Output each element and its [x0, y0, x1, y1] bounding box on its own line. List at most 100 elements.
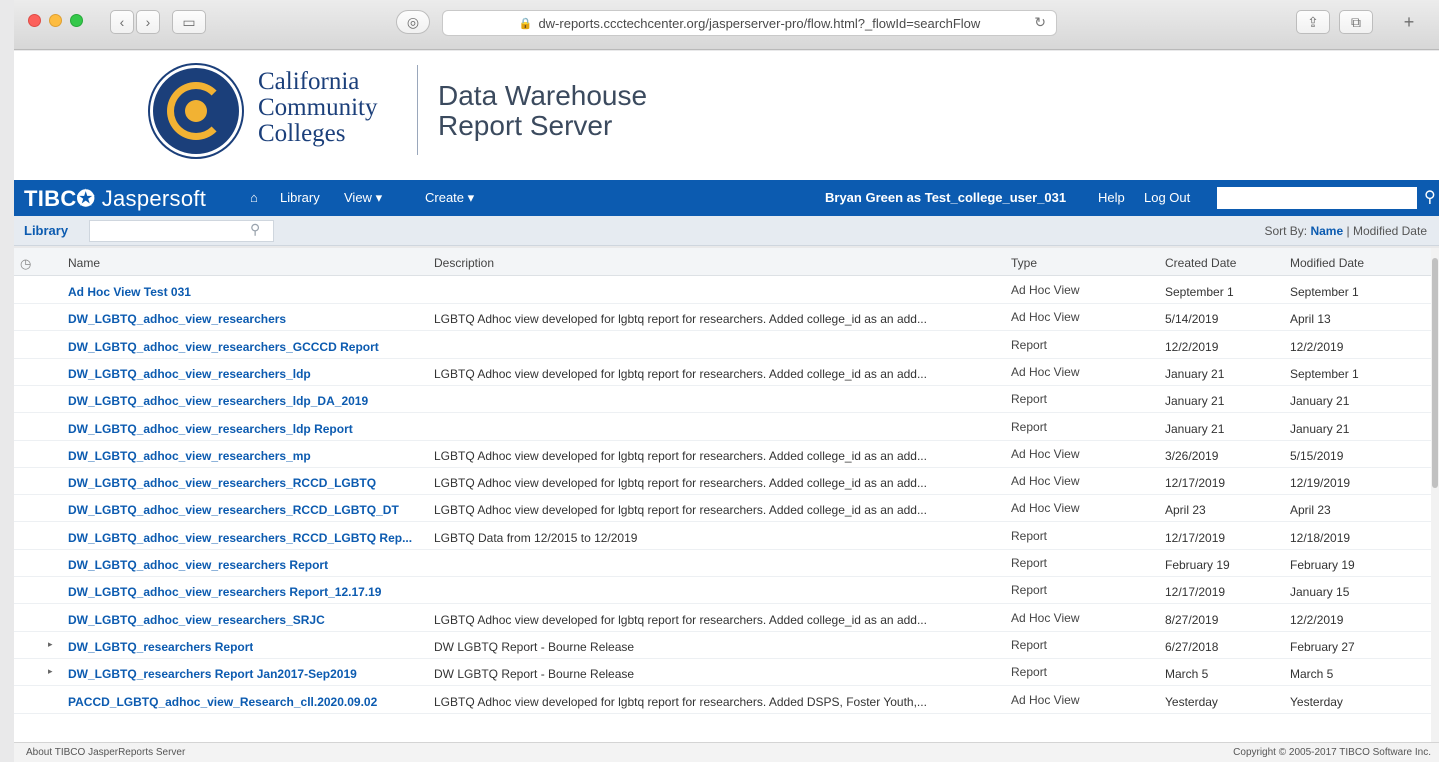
privacy-button[interactable]: ◎	[396, 10, 430, 34]
reload-icon[interactable]: ↻	[1034, 14, 1046, 31]
table-row[interactable]: DW_LGBTQ_adhoc_view_researchers LGBTQ Adh…	[14, 304, 1439, 332]
zoom-window-button[interactable]	[70, 14, 83, 27]
table-row[interactable]: DW_LGBTQ_adhoc_view_researchers_RCCD_LGB…	[14, 523, 1439, 550]
row-name-link[interactable]: DW_LGBTQ_adhoc_view_researchers_RCCD_LGB…	[68, 531, 412, 545]
row-name-link[interactable]: DW_LGBTQ_adhoc_view_researchers_RCCD_LGB…	[68, 476, 376, 490]
table-row[interactable]: ▸ DW_LGBTQ_researchers Report Jan2017-Sep…	[14, 659, 1439, 687]
lock-icon: 🔒	[518, 17, 533, 30]
table-row[interactable]: DW_LGBTQ_adhoc_view_researchers Report Re…	[14, 550, 1439, 577]
row-modified-date: March 5	[1290, 667, 1334, 682]
sort-by-modified-link[interactable]: Modified Date	[1353, 224, 1427, 238]
close-window-button[interactable]	[28, 14, 41, 27]
row-created-date: January 21	[1165, 421, 1225, 436]
college-seal-logo	[150, 65, 242, 157]
table-row[interactable]: DW_LGBTQ_adhoc_view_researchers_ldp LGBTQ…	[14, 359, 1439, 386]
row-type: Report	[1011, 665, 1048, 680]
main-nav: TIBC✪ Jaspersoft ⌂ Library View ▾ Create…	[14, 180, 1439, 216]
row-name-link[interactable]: Ad Hoc View Test 031	[68, 285, 191, 299]
column-modified-date[interactable]: Modified Date	[1290, 256, 1364, 270]
sidebar-toggle-button[interactable]: ▭	[172, 10, 206, 34]
table-row[interactable]: DW_LGBTQ_adhoc_view_researchers_ldp Repo…	[14, 414, 1439, 441]
back-button[interactable]: ‹	[110, 10, 134, 34]
table-row[interactable]: DW_LGBTQ_adhoc_view_researchers_RCCD_LGB…	[14, 495, 1439, 523]
jaspersoft-logo[interactable]: TIBC✪ Jaspersoft	[24, 186, 206, 212]
row-type: Ad Hoc View	[1011, 692, 1080, 707]
table-row[interactable]: PACCD_LGBTQ_adhoc_view_Research_cll.2020…	[14, 687, 1439, 714]
row-name-link[interactable]: DW_LGBTQ_adhoc_view_researchers Report_1…	[68, 585, 381, 599]
row-name-link[interactable]: DW_LGBTQ_adhoc_view_researchers	[68, 312, 286, 326]
column-description[interactable]: Description	[434, 256, 494, 270]
row-modified-date: 12/2/2019	[1290, 339, 1344, 354]
table-row[interactable]: DW_LGBTQ_adhoc_view_researchers_RCCD_LGB…	[14, 468, 1439, 496]
tabs-icon: ⧉	[1351, 13, 1361, 30]
page-footer: About TIBCO JasperReports Server Copyrig…	[14, 742, 1439, 762]
minimize-window-button[interactable]	[49, 14, 62, 27]
row-modified-date: Yesterday	[1290, 694, 1343, 709]
row-created-date: April 23	[1165, 503, 1206, 518]
filter-search-icon[interactable]: ⚲	[250, 221, 260, 238]
table-row[interactable]: DW_LGBTQ_adhoc_view_researchers Report_1…	[14, 577, 1439, 605]
row-created-date: 8/27/2019	[1165, 612, 1219, 627]
chevron-left-icon: ‹	[119, 14, 125, 30]
row-name-link[interactable]: DW_LGBTQ_adhoc_view_researchers_RCCD_LGB…	[68, 503, 399, 517]
row-type: Report	[1011, 637, 1048, 652]
row-name-link[interactable]: DW_LGBTQ_adhoc_view_researchers Report	[68, 558, 328, 572]
row-name-link[interactable]: DW_LGBTQ_adhoc_view_researchers_ldp	[68, 367, 311, 381]
row-modified-date: January 21	[1290, 394, 1350, 409]
row-created-date: January 21	[1165, 394, 1225, 409]
tabs-button[interactable]: ⧉	[1339, 10, 1373, 34]
nav-logout[interactable]: Log Out	[1144, 190, 1190, 205]
scrollbar-thumb[interactable]	[1432, 258, 1438, 488]
sidebar-icon: ▭	[182, 13, 196, 30]
nav-user[interactable]: Bryan Green as Test_college_user_031	[825, 190, 1066, 205]
row-modified-date: 12/2/2019	[1290, 612, 1344, 627]
row-name-link[interactable]: DW_LGBTQ_adhoc_view_researchers_ldp Repo…	[68, 422, 353, 436]
global-search-input[interactable]	[1217, 187, 1417, 209]
column-created-date[interactable]: Created Date	[1165, 256, 1236, 270]
column-type[interactable]: Type	[1011, 256, 1037, 270]
library-filter-input[interactable]	[89, 220, 274, 242]
row-name-link[interactable]: PACCD_LGBTQ_adhoc_view_Research_cll.2020…	[68, 695, 377, 709]
table-row[interactable]: DW_LGBTQ_adhoc_view_researchers_mp LGBTQ …	[14, 441, 1439, 468]
row-name-link[interactable]: DW_LGBTQ_adhoc_view_researchers_SRJC	[68, 613, 325, 627]
nav-view-label: View	[344, 190, 372, 205]
share-icon: ⇪	[1307, 13, 1319, 30]
row-type: Report	[1011, 556, 1048, 570]
nav-view-menu[interactable]: View ▾	[344, 190, 382, 206]
about-link[interactable]: About TIBCO JasperReports Server	[26, 747, 185, 758]
row-type: Ad Hoc View	[1011, 364, 1080, 379]
row-created-date: February 19	[1165, 558, 1230, 572]
row-description: LGBTQ Adhoc view developed for lgbtq rep…	[434, 503, 927, 518]
expand-arrow-icon[interactable]: ▸	[48, 639, 53, 650]
home-icon[interactable]: ⌂	[250, 190, 258, 205]
row-type: Ad Hoc View	[1011, 474, 1080, 489]
clock-icon[interactable]: ◷	[20, 256, 31, 272]
table-row[interactable]: ▸ DW_LGBTQ_researchers Report DW LGBTQ Rep…	[14, 632, 1439, 659]
row-type: Ad Hoc View	[1011, 310, 1080, 325]
column-name[interactable]: Name	[68, 256, 100, 270]
row-created-date: 12/17/2019	[1165, 530, 1226, 545]
address-bar[interactable]: 🔒 dw-reports.ccctechcenter.org/jasperser…	[442, 10, 1057, 36]
nav-help[interactable]: Help	[1098, 190, 1125, 205]
table-scrollbar[interactable]	[1431, 248, 1439, 742]
nav-create-menu[interactable]: Create ▾	[425, 190, 474, 206]
url-text: dw-reports.ccctechcenter.org/jasperserve…	[538, 15, 981, 31]
row-name-link[interactable]: DW_LGBTQ_adhoc_view_researchers_mp	[68, 449, 311, 463]
nav-library[interactable]: Library	[280, 190, 320, 205]
chevron-right-icon: ›	[145, 14, 151, 30]
row-name-link[interactable]: DW_LGBTQ_adhoc_view_researchers_GCCCD Re…	[68, 340, 379, 354]
sort-by-name-link[interactable]: Name	[1310, 224, 1343, 238]
table-row[interactable]: DW_LGBTQ_adhoc_view_researchers_SRJC LGBT…	[14, 605, 1439, 632]
new-tab-button[interactable]: +	[1394, 10, 1424, 34]
table-row[interactable]: DW_LGBTQ_adhoc_view_researchers_GCCCD Re…	[14, 332, 1439, 359]
chevron-down-icon: ▾	[467, 190, 475, 205]
share-button[interactable]: ⇪	[1296, 10, 1330, 34]
table-row[interactable]: Ad Hoc View Test 031 Ad Hoc View September…	[14, 277, 1439, 304]
table-row[interactable]: DW_LGBTQ_adhoc_view_researchers_ldp_DA_2…	[14, 386, 1439, 414]
row-name-link[interactable]: DW_LGBTQ_researchers Report	[68, 640, 253, 654]
row-name-link[interactable]: DW_LGBTQ_adhoc_view_researchers_ldp_DA_2…	[68, 394, 368, 408]
row-name-link[interactable]: DW_LGBTQ_researchers Report Jan2017-Sep2…	[68, 667, 357, 681]
forward-button[interactable]: ›	[136, 10, 160, 34]
expand-arrow-icon[interactable]: ▸	[48, 666, 53, 677]
search-icon[interactable]: ⚲	[1424, 187, 1436, 207]
